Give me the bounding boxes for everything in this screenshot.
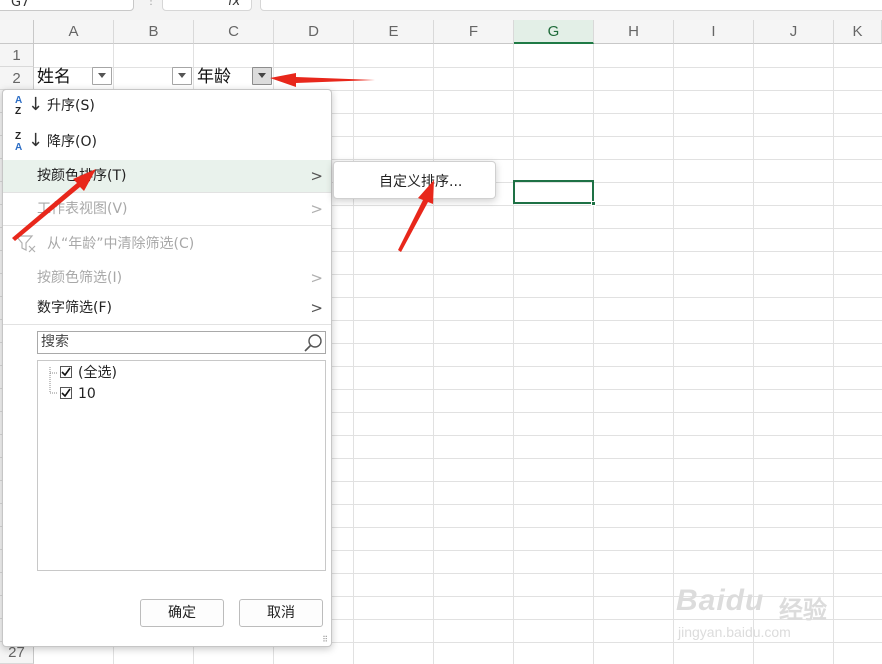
sheet-view-item[interactable]: 工作表视图(V) > xyxy=(3,193,331,225)
sort-by-color-item[interactable]: 按颜色排序(T) > xyxy=(3,160,331,192)
column-header-e[interactable]: E xyxy=(354,20,434,44)
column-header-j[interactable]: J xyxy=(754,20,834,44)
select-all-corner[interactable] xyxy=(0,20,34,44)
filter-by-color-label: 按颜色筛选(I) xyxy=(37,270,123,286)
checkbox-checked-icon[interactable] xyxy=(60,366,72,378)
column-header-k[interactable]: K xyxy=(834,20,882,44)
grid-hline xyxy=(34,67,882,68)
sort-ascending-icon: A Z ↓ xyxy=(15,94,44,117)
name-box[interactable]: G7 xyxy=(0,0,134,11)
chevron-right-icon: > xyxy=(310,200,323,218)
cell-a2[interactable]: 姓名 xyxy=(37,66,71,89)
cell-c2[interactable]: 年龄 xyxy=(197,66,231,89)
formula-bar: G7 ⋮ fx xyxy=(0,0,882,20)
clear-filter-item[interactable]: 从“年龄”中清除筛选(C) xyxy=(3,228,331,260)
checkbox-checked-icon[interactable] xyxy=(60,387,72,399)
search-icon[interactable] xyxy=(303,333,323,353)
number-filters-label: 数字筛选(F) xyxy=(37,300,112,316)
column-header-c[interactable]: C xyxy=(194,20,274,44)
grid-vline xyxy=(673,44,674,664)
row-header-2[interactable]: 2 xyxy=(0,67,34,90)
search-input[interactable]: 搜索 xyxy=(37,331,326,354)
resize-grip[interactable]: ⠿ xyxy=(322,636,328,644)
column-header-g[interactable]: G xyxy=(514,20,594,44)
column-header-h[interactable]: H xyxy=(594,20,674,44)
formula-input[interactable] xyxy=(260,0,882,11)
custom-sort-item[interactable]: 自定义排序... xyxy=(379,171,462,191)
fx-icon[interactable]: fx xyxy=(228,0,240,9)
number-filters-item[interactable]: 数字筛选(F) > xyxy=(3,292,331,324)
column-header-b[interactable]: B xyxy=(114,20,194,44)
dropdown-arrow-icon xyxy=(178,73,186,78)
chevron-right-icon: > xyxy=(310,167,323,185)
sort-by-color-label: 按颜色排序(T) xyxy=(37,168,127,184)
cancel-button[interactable]: 取消 xyxy=(239,599,323,627)
formula-bar-separator: ⋮ xyxy=(146,0,156,7)
grid-vline xyxy=(593,44,594,664)
grid-vline xyxy=(513,44,514,664)
sort-descending-item[interactable]: Z A ↓ 降序(O) xyxy=(3,126,331,158)
search-placeholder: 搜索 xyxy=(41,334,69,350)
row-header-1[interactable]: 1 xyxy=(0,44,34,67)
filter-dropdown-menu: A Z ↓ 升序(S) Z A ↓ 降序(O) 按颜色排序(T) > 工作表视图… xyxy=(2,89,332,647)
menu-divider xyxy=(3,324,331,325)
dropdown-arrow-icon xyxy=(258,73,266,78)
filter-button-a[interactable] xyxy=(92,67,112,85)
watermark: Baidu 经验 jingyan.baidu.com xyxy=(676,584,827,640)
sort-by-color-submenu: 自定义排序... xyxy=(333,161,496,199)
column-header-i[interactable]: I xyxy=(674,20,754,44)
filter-button-c[interactable] xyxy=(252,67,272,85)
chevron-right-icon: > xyxy=(310,299,323,317)
clear-filter-icon xyxy=(15,235,36,253)
sort-descending-icon: Z A ↓ xyxy=(15,130,44,153)
filter-button-b[interactable] xyxy=(172,67,192,85)
menu-divider xyxy=(3,225,331,226)
chevron-right-icon: > xyxy=(310,269,323,287)
grid-vline xyxy=(353,44,354,664)
sort-descending-label: 降序(O) xyxy=(47,134,97,150)
dropdown-arrow-icon xyxy=(98,73,106,78)
sheet-view-label: 工作表视图(V) xyxy=(37,201,128,217)
active-cell-g7[interactable] xyxy=(513,180,594,204)
column-header-a[interactable]: A xyxy=(34,20,114,44)
filter-values-list[interactable]: (全选) 10 xyxy=(37,360,326,571)
clear-filter-label: 从“年龄”中清除筛选(C) xyxy=(47,236,195,252)
sort-ascending-label: 升序(S) xyxy=(47,98,95,114)
column-header-d[interactable]: D xyxy=(274,20,354,44)
grid-vline xyxy=(433,44,434,664)
sort-ascending-item[interactable]: A Z ↓ 升序(S) xyxy=(3,90,331,122)
column-header-f[interactable]: F xyxy=(434,20,514,44)
ok-button[interactable]: 确定 xyxy=(140,599,224,627)
fill-handle[interactable] xyxy=(591,201,596,206)
filter-by-color-item[interactable]: 按颜色筛选(I) > xyxy=(3,262,331,294)
